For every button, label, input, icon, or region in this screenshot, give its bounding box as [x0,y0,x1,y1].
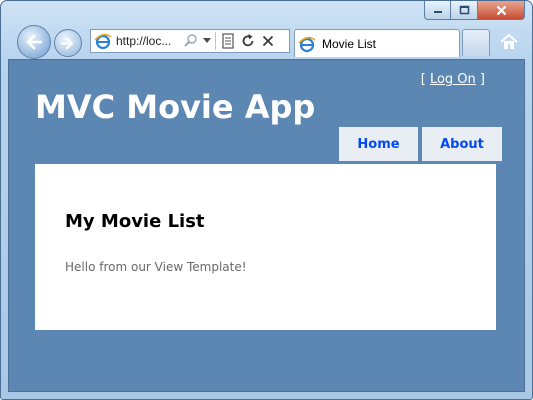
maximize-icon [459,5,469,15]
tab-title: Movie List [322,36,377,51]
stop-button[interactable] [258,31,278,51]
menu-item-about[interactable]: About [422,127,502,161]
new-tab-button[interactable] [462,29,490,56]
address-bar[interactable]: http://loc... [90,29,290,53]
tab-movie-list[interactable]: Movie List [294,29,460,57]
ie-favicon-icon [94,32,112,50]
minimize-icon [433,11,442,13]
refresh-button[interactable] [238,31,258,51]
logon-area: [ Log On ] [421,72,485,87]
browser-window: http://loc... Movie List [ Log On ] MVC … [0,0,533,400]
maximize-button[interactable] [451,1,478,20]
main-content: My Movie List Hello from our View Templa… [35,164,496,330]
page-heading: My Movie List [65,211,205,232]
window-controls [424,1,525,20]
home-icon [500,33,518,49]
address-separator [215,32,216,50]
logon-open-bracket: [ [420,72,426,87]
main-menu: Home About [339,127,502,161]
ie-favicon-icon [298,35,316,53]
forward-arrow-icon [61,37,74,49]
back-arrow-icon [26,34,43,50]
minimize-button[interactable] [424,1,451,20]
web-page: [ Log On ] MVC Movie App Home About My M… [8,59,525,392]
forward-button[interactable] [54,29,82,57]
site-title: MVC Movie App [35,88,316,126]
close-icon [496,5,506,15]
menu-item-home[interactable]: Home [339,127,418,161]
address-url[interactable]: http://loc... [116,34,180,48]
compatibility-view-button[interactable] [218,31,238,51]
address-dropdown-icon[interactable] [201,33,213,49]
compatibility-view-icon [222,33,234,49]
close-window-button[interactable] [478,1,525,20]
home-button[interactable] [499,32,519,52]
logon-close-bracket: ] [479,72,485,87]
refresh-icon [242,34,254,47]
back-button[interactable] [17,25,51,59]
logon-link[interactable]: Log On [430,72,476,87]
search-icon[interactable] [183,33,199,49]
page-message: Hello from our View Template! [65,260,247,274]
stop-icon [262,35,274,47]
